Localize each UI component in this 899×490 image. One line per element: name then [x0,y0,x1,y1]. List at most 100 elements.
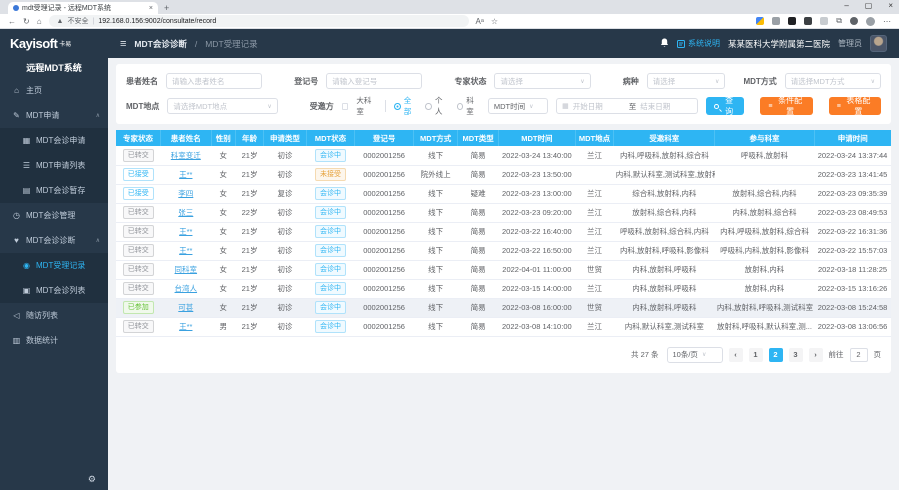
cell-joined-depts: 放射科,呼吸科,默认科室,测... [715,317,814,336]
extension-icon[interactable] [788,17,796,25]
window-minimize-button[interactable]: – [844,1,848,10]
cell-reg-no: 0002001256 [355,203,414,222]
hospital-name: 某某医科大学附属第二医院 [728,38,830,50]
extension-icon[interactable] [820,17,828,25]
user-avatar[interactable] [870,35,887,52]
patient-name-link[interactable]: 同科室 [175,265,198,274]
cell-mdt-time: 2022-03-23 09:20:00 [498,203,575,222]
collapse-menu-icon[interactable]: ≡ [120,38,126,50]
patient-name-link[interactable]: 李四 [178,189,193,198]
refresh-icon[interactable]: ↻ [23,17,30,26]
sidebar-group-mdt-apply[interactable]: ✎ MDT申请 ∧ [0,103,108,128]
sidebar-item-mdt-manage[interactable]: ◷ MDT会诊管理 [0,203,108,228]
expert-status-select[interactable]: 请选择 ∨ [494,73,590,89]
table-row: 已参加可甚女21岁初诊会诊中0002001256线下简易2022-03-08 1… [116,298,891,317]
patient-name-link[interactable]: 王** [179,322,192,331]
big-department-checkbox[interactable] [342,103,349,110]
patient-name-input[interactable] [166,73,262,89]
column-header: 申请类型 [264,130,306,146]
date-range-picker[interactable]: ▦ 开始日期 至 结束日期 [556,98,698,114]
sidebar-item-followup-list[interactable]: ◁ 随访列表 [0,303,108,328]
sidebar-item-mdt-draft[interactable]: ▤ MDT会诊暂存 [0,178,108,203]
split-screen-icon[interactable]: ⧉ [836,16,842,26]
cell-mdt-type: 简易 [458,260,498,279]
cell-mdt-status: 会诊中 [306,184,355,203]
patient-name-link[interactable]: 王** [179,246,192,255]
page-button-1[interactable]: 1 [749,348,763,362]
tab-close-icon[interactable]: × [149,5,153,12]
extension-icon[interactable] [804,17,812,25]
cell-apply-time: 2022-03-22 16:31:36 [814,222,891,241]
page-button-3[interactable]: 3 [789,348,803,362]
read-aloud-icon[interactable]: Aᵃ [476,17,484,26]
column-header: 患者姓名 [161,130,212,146]
cell-mdt-status: 会诊中 [306,279,355,298]
table-row: 已转交张三女22岁初诊会诊中0002001256线下简易2022-03-23 0… [116,203,891,222]
invitee-radio-department[interactable]: 科室 [457,95,480,117]
favorite-star-icon[interactable]: ☆ [491,17,498,26]
settings-gear-icon[interactable]: ⚙ [88,474,96,485]
sidebar-group-mdt-diagnosis[interactable]: ♥ MDT会诊诊断 ∧ [0,228,108,253]
browser-menu-icon[interactable]: ⋯ [883,17,891,26]
cell-mdt-place: 兰江 [575,279,613,298]
window-close-button[interactable]: × [888,1,893,10]
chevron-up-icon: ∧ [96,237,100,244]
extension-icon[interactable] [772,17,780,25]
cell-patient-name: 张三 [161,203,212,222]
patient-name-link[interactable]: 科室变迁 [171,151,201,160]
prev-page-button[interactable]: ‹ [729,348,743,362]
sidebar-item-mdt-acceptance-records[interactable]: ◉ MDT受理记录 [0,253,108,278]
cell-patient-name: 可甚 [161,298,212,317]
back-icon[interactable]: ← [8,17,16,26]
cell-mdt-status: 未接受 [306,165,355,184]
page-size-select[interactable]: 10条/页 ∨ [667,347,723,363]
next-page-button[interactable]: › [809,348,823,362]
registration-no-input[interactable] [326,73,422,89]
patient-name-link[interactable]: 台湾人 [175,284,198,293]
sidebar-item-statistics[interactable]: ▥ 数据统计 [0,328,108,353]
extension-icon[interactable] [756,17,764,25]
patient-name-link[interactable]: 张三 [178,208,193,217]
goto-page-input[interactable] [850,348,868,362]
home-icon[interactable]: ⌂ [37,17,42,26]
time-field-select[interactable]: MDT时间 ∨ [488,98,548,114]
disease-select[interactable]: 请选择 ∨ [647,73,726,89]
browser-profile-avatar[interactable] [866,17,875,26]
table-config-button[interactable]: ≡ 表格配置 [829,97,881,115]
cell-mdt-time: 2022-03-15 14:00:00 [498,279,575,298]
patient-name-link[interactable]: 可甚 [178,303,193,312]
bell-icon[interactable] [660,35,669,53]
cell-apply-time: 2022-03-23 13:41:45 [814,165,891,184]
sidebar-item-mdt-consult-apply[interactable]: ▦ MDT会诊申请 [0,128,108,153]
system-help-link[interactable]: 系统说明 [677,38,720,49]
page-button-2[interactable]: 2 [769,348,783,362]
patient-name-link[interactable]: 王** [179,170,192,179]
mdt-mode-select[interactable]: 请选择MDT方式 ∨ [785,73,881,89]
cell-age: 21岁 [235,298,263,317]
shield-icon[interactable] [850,17,858,25]
condition-config-button[interactable]: ≡ 条件配置 [760,97,812,115]
browser-tab[interactable]: mdt受理记录 - 远程MDT系统 × [8,2,158,14]
sidebar-item-mdt-apply-list[interactable]: ☰ MDT申请列表 [0,153,108,178]
patient-name-link[interactable]: 王** [179,227,192,236]
clock-icon: ◷ [12,211,21,220]
new-tab-button[interactable]: + [164,3,169,14]
cell-mdt-mode: 线下 [413,279,458,298]
search-button[interactable]: 查询 [706,97,744,115]
cell-apply-time: 2022-03-18 11:28:25 [814,260,891,279]
window-restore-button[interactable]: ▢ [865,1,873,10]
sidebar-item-mdt-consult-list[interactable]: ▣ MDT会诊列表 [0,278,108,303]
calendar-icon: ▦ [562,102,569,110]
goto-label: 前往 [829,349,844,360]
column-header: 专家状态 [116,130,161,146]
invitee-radio-personal[interactable]: 个人 [425,95,448,117]
breadcrumb-current: MDT受理记录 [205,38,257,50]
mdt-place-select[interactable]: 请选择MDT地点 ∨ [167,98,277,114]
sidebar-item-home[interactable]: ⌂ 主页 [0,78,108,103]
url-field[interactable]: ▲ 不安全 | 192.168.0.156:9002/consultate/re… [49,15,469,27]
cell-patient-name: 王** [161,222,212,241]
cell-invited-depts: 内科,默认科室,测试科室,放射科 [614,165,715,184]
cell-mdt-mode: 线下 [413,203,458,222]
invitee-radio-all[interactable]: 全部 [394,95,417,117]
cell-apply-type: 复诊 [264,184,306,203]
